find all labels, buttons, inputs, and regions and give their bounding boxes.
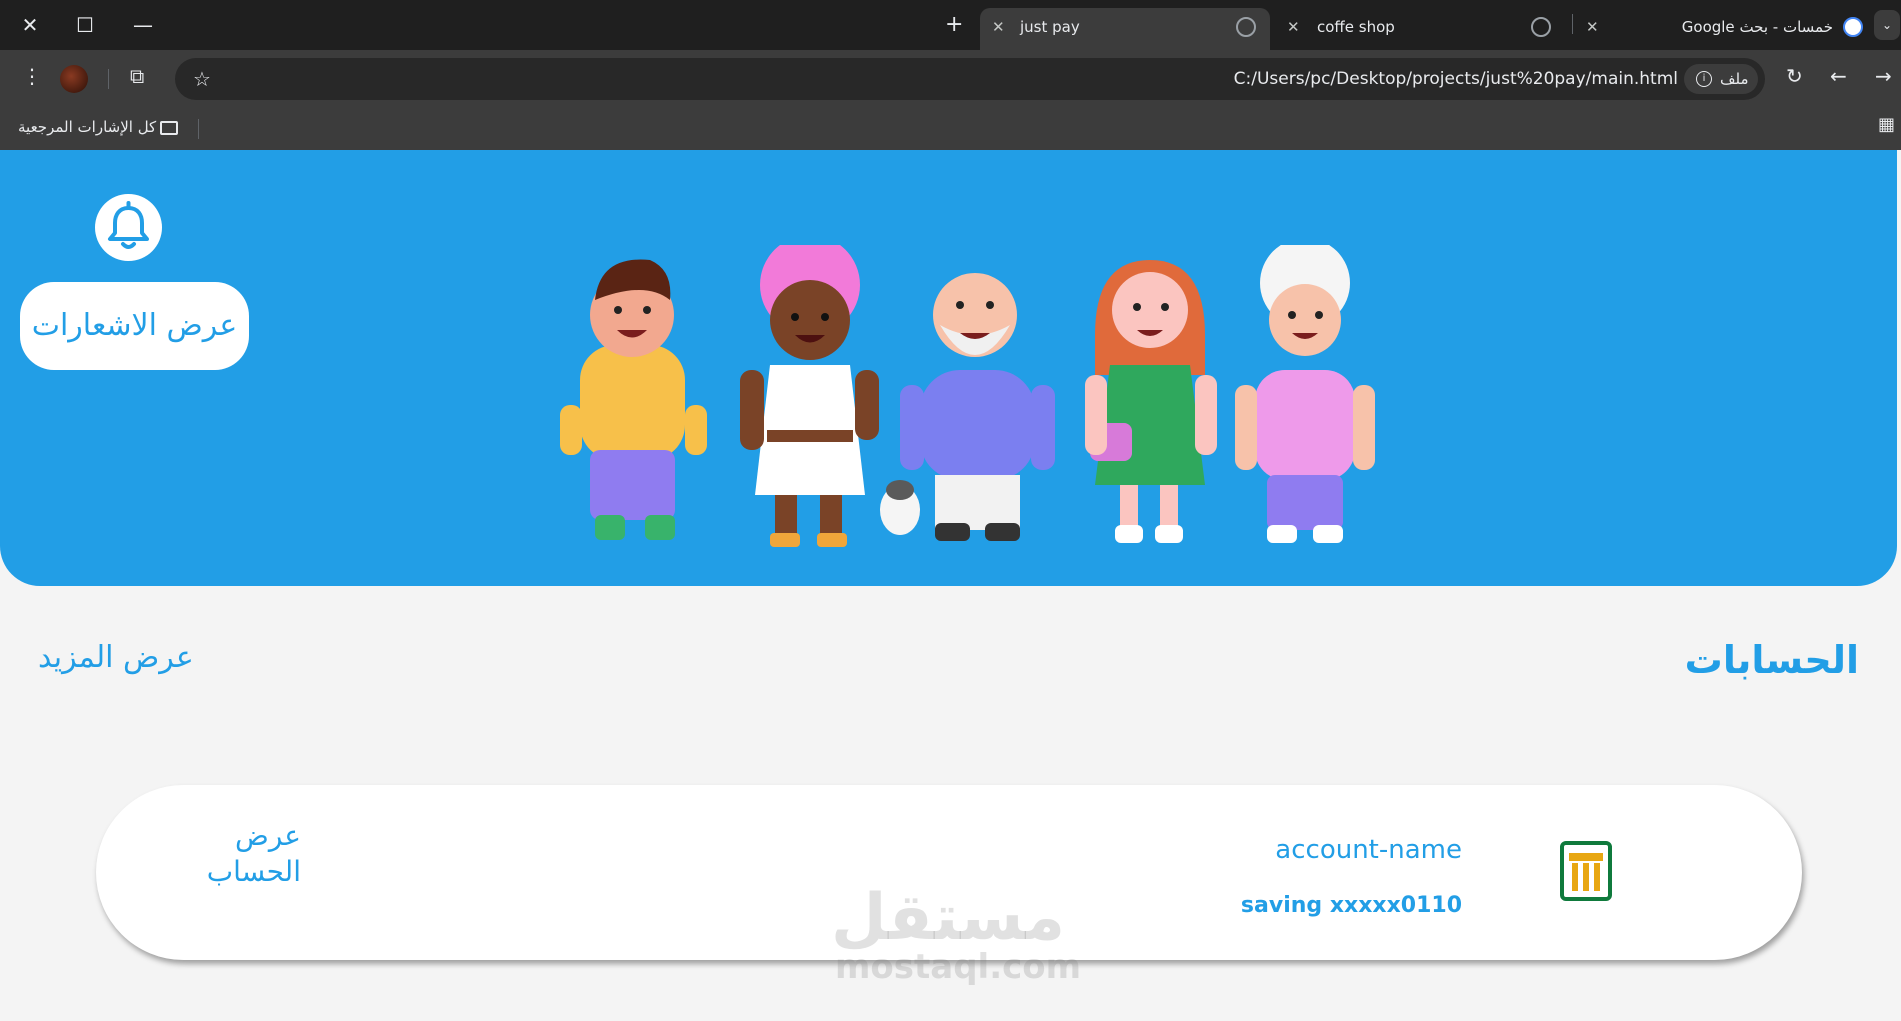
info-icon: i bbox=[1696, 71, 1712, 87]
watermark: مستقل mostaql.com bbox=[830, 881, 1082, 987]
all-bookmarks-link[interactable]: كل الإشارات المرجعية bbox=[18, 118, 156, 136]
tab-close-icon[interactable]: ✕ bbox=[1586, 18, 1599, 36]
tab-search-icon[interactable]: ⌄ bbox=[1874, 10, 1900, 40]
tab-title: خمسات - بحث Google bbox=[1681, 18, 1833, 36]
tab-just-pay[interactable]: ✕ just pay bbox=[980, 8, 1270, 50]
people-illustration bbox=[560, 245, 1375, 547]
google-icon bbox=[1843, 17, 1863, 37]
bookmarks-separator bbox=[198, 119, 199, 139]
tab-title: coffe shop bbox=[1317, 18, 1395, 36]
character-5 bbox=[1235, 245, 1375, 543]
character-2 bbox=[740, 245, 879, 547]
bank-logo-icon bbox=[1560, 841, 1612, 901]
folder-icon bbox=[160, 121, 178, 135]
tab-coffe-shop[interactable]: ✕ coffe shop bbox=[1275, 8, 1575, 50]
back-icon[interactable]: ← bbox=[1830, 64, 1847, 88]
profile-avatar[interactable] bbox=[60, 65, 88, 93]
view-more-link[interactable]: عرض المزيد bbox=[38, 640, 194, 675]
character-3 bbox=[880, 273, 1055, 541]
forward-icon[interactable]: → bbox=[1875, 64, 1892, 88]
hero-banner: عرض الاشعارات bbox=[0, 150, 1897, 586]
url-text[interactable]: C:/Users/pc/Desktop/projects/just%20pay/… bbox=[1234, 69, 1678, 89]
view-notifications-button[interactable]: عرض الاشعارات bbox=[20, 282, 249, 370]
address-bar[interactable]: ☆ C:/Users/pc/Desktop/projects/just%20pa… bbox=[175, 58, 1765, 100]
page-content: عرض الاشعارات الحسابات عرض المزيد عرض ال… bbox=[0, 150, 1901, 1021]
bookmark-star-icon[interactable]: ☆ bbox=[193, 67, 211, 91]
window-minimize-icon[interactable]: — bbox=[128, 10, 158, 40]
notification-bell[interactable] bbox=[95, 194, 162, 261]
accounts-title: الحسابات bbox=[1684, 638, 1859, 682]
window-close-icon[interactable]: ✕ bbox=[15, 10, 45, 40]
reload-icon[interactable]: ↻ bbox=[1786, 64, 1803, 88]
view-account-link[interactable]: عرض الحساب bbox=[181, 818, 301, 890]
tab-strip: ✕ ☐ — + ✕ just pay ✕ coffe shop ✕ خمسات … bbox=[0, 0, 1901, 50]
new-tab-button[interactable]: + bbox=[945, 12, 963, 37]
browser-toolbar: ⋮ ⧉ ☆ C:/Users/pc/Desktop/projects/just%… bbox=[0, 50, 1901, 108]
tab-title: just pay bbox=[1020, 18, 1080, 36]
extensions-icon[interactable]: ⧉ bbox=[130, 64, 144, 88]
site-info-chip[interactable]: i ملف bbox=[1684, 64, 1758, 94]
watermark-arabic: مستقل bbox=[830, 881, 1065, 955]
toolbar-separator bbox=[108, 69, 109, 89]
site-info-label: ملف bbox=[1720, 70, 1749, 88]
account-name: account-name bbox=[1275, 835, 1462, 865]
bookmarks-bar: كل الإشارات المرجعية ▦ bbox=[0, 108, 1901, 150]
character-1 bbox=[560, 259, 707, 540]
globe-icon bbox=[1531, 17, 1551, 37]
apps-grid-icon[interactable]: ▦ bbox=[1878, 114, 1895, 135]
window-maximize-icon[interactable]: ☐ bbox=[70, 10, 100, 40]
account-number: saving xxxxx0110 bbox=[1240, 893, 1462, 918]
tab-close-icon[interactable]: ✕ bbox=[992, 18, 1005, 36]
menu-kebab-icon[interactable]: ⋮ bbox=[22, 64, 42, 88]
watermark-latin: mostaql.com bbox=[835, 947, 1082, 987]
globe-icon bbox=[1236, 17, 1256, 37]
tab-separator bbox=[1572, 14, 1573, 34]
tab-close-icon[interactable]: ✕ bbox=[1287, 18, 1300, 36]
tab-google-search[interactable]: ✕ خمسات - بحث Google bbox=[1578, 8, 1873, 50]
character-4 bbox=[1085, 260, 1217, 543]
bell-icon bbox=[108, 201, 149, 249]
